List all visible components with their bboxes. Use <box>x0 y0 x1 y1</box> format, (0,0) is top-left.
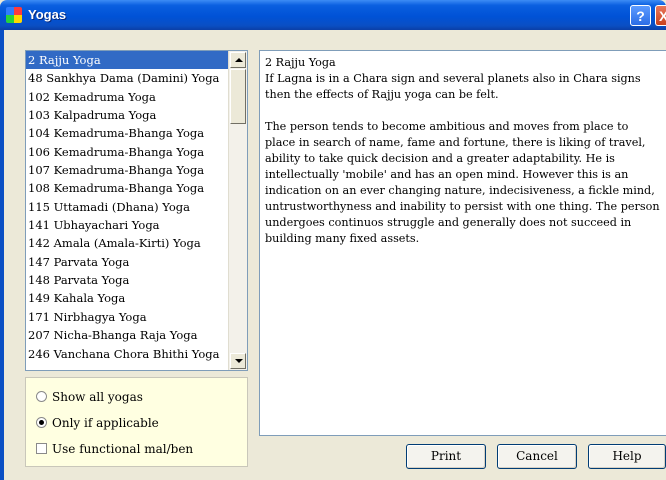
vertical-scrollbar[interactable] <box>228 51 247 370</box>
window-title: Yogas <box>28 7 67 22</box>
yoga-effect: The person tends to become ambitious and… <box>265 120 660 245</box>
list-item[interactable]: 149 Kahala Yoga <box>26 289 229 307</box>
list-item[interactable]: 104 Kemadruma-Bhanga Yoga <box>26 124 229 142</box>
functional-label: Use functional mal/ben <box>52 442 194 456</box>
show-all-radio[interactable]: Show all yogas <box>36 389 143 405</box>
filter-options-panel: Show all yogas Only if applicable Use fu… <box>25 377 248 467</box>
list-item[interactable]: 147 Parvata Yoga <box>26 253 229 271</box>
radio-icon[interactable] <box>36 391 47 402</box>
help-title-button[interactable]: ? <box>630 5 651 26</box>
arrow-down-icon <box>235 359 243 363</box>
list-item[interactable]: 106 Kemadruma-Bhanga Yoga <box>26 143 229 161</box>
list-item[interactable]: 142 Amala (Amala-Kirti) Yoga <box>26 234 229 252</box>
show-all-label: Show all yogas <box>52 390 143 404</box>
yoga-list-items: 2 Rajju Yoga 48 Sankhya Dama (Damini) Yog… <box>26 51 229 363</box>
scroll-thumb[interactable] <box>230 69 246 124</box>
list-item[interactable]: 141 Ubhayachari Yoga <box>26 216 229 234</box>
radio-icon[interactable] <box>36 417 47 428</box>
list-item[interactable]: 115 Uttamadi (Dhana) Yoga <box>26 198 229 216</box>
list-item[interactable]: 2 Rajju Yoga <box>26 51 229 70</box>
checkbox-icon[interactable] <box>36 443 47 454</box>
list-item[interactable]: 148 Parvata Yoga <box>26 271 229 289</box>
list-item[interactable]: 107 Kemadruma-Bhanga Yoga <box>26 161 229 179</box>
app-icon <box>6 7 22 23</box>
arrow-up-icon <box>235 58 243 62</box>
print-button[interactable]: Print <box>406 444 486 469</box>
list-item[interactable]: 102 Kemadruma Yoga <box>26 88 229 106</box>
yoga-description-panel: 2 Rajju Yoga If Lagna is in a Chara sign… <box>259 50 666 436</box>
list-item[interactable]: 108 Kemadruma-Bhanga Yoga <box>26 179 229 197</box>
list-item[interactable]: 171 Nirbhagya Yoga <box>26 308 229 326</box>
cancel-button[interactable]: Cancel <box>497 444 577 469</box>
list-item[interactable]: 48 Sankhya Dama (Damini) Yoga <box>26 69 229 87</box>
yoga-condition: If Lagna is in a Chara sign and several … <box>265 72 641 101</box>
close-button[interactable]: X <box>655 5 666 26</box>
list-item[interactable]: 103 Kalpadruma Yoga <box>26 106 229 124</box>
only-applicable-radio[interactable]: Only if applicable <box>36 415 159 431</box>
functional-checkbox[interactable]: Use functional mal/ben <box>36 441 193 457</box>
scroll-up-button[interactable] <box>230 52 246 68</box>
only-applicable-label: Only if applicable <box>52 416 159 430</box>
title-bar: Yogas ? X <box>0 0 666 30</box>
yoga-name: 2 Rajju Yoga <box>265 56 336 69</box>
list-item[interactable]: 246 Vanchana Chora Bhithi Yoga <box>26 345 229 363</box>
yoga-listbox[interactable]: 2 Rajju Yoga 48 Sankhya Dama (Damini) Yog… <box>25 50 248 371</box>
help-button[interactable]: Help <box>588 444 666 469</box>
list-item[interactable]: 207 Nicha-Bhanga Raja Yoga <box>26 326 229 344</box>
scroll-down-button[interactable] <box>230 353 246 369</box>
window-frame-left <box>0 30 4 480</box>
